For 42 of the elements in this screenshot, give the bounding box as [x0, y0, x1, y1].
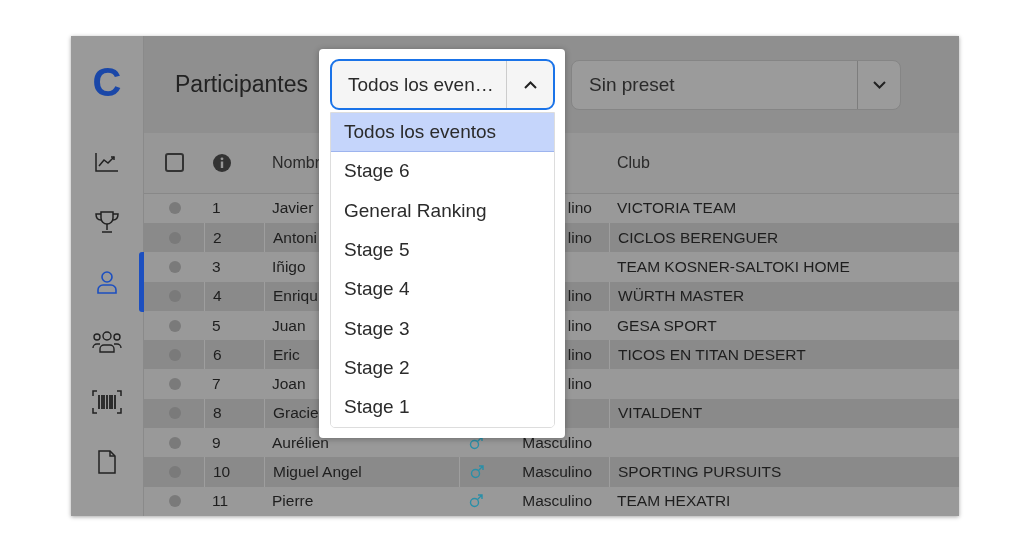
table-cell: lino: [567, 287, 592, 306]
table-cell: VITALDENT: [618, 404, 703, 423]
table-cell: Javier: [272, 199, 314, 218]
table-cell: lino: [567, 345, 592, 364]
table-cell: 5: [212, 316, 221, 335]
table-cell: Gracie: [273, 404, 319, 423]
table-cell: Masculino: [522, 433, 592, 452]
table-cell: SPORTING PURSUITS: [618, 463, 782, 482]
table-cell: WÜRTH MASTER: [618, 287, 745, 306]
table-cell: Iñigo: [272, 257, 306, 276]
table-cell: 9: [212, 433, 221, 452]
table-cell: Aurélien: [272, 433, 329, 452]
table-cell: 2: [213, 228, 222, 247]
table-cell: lino: [567, 316, 592, 335]
table-cell: Antoni: [273, 228, 317, 247]
table-cell: 1: [212, 199, 221, 218]
table-cell: TEAM HEXATRI: [617, 492, 731, 511]
logo: C: [92, 62, 122, 102]
table-cell: Enriqu: [273, 287, 318, 306]
page-title: Participantes: [175, 71, 308, 98]
table-cell: TICOS EN TITAN DESERT: [618, 345, 806, 364]
table-cell: 10: [213, 463, 231, 482]
table-cell: lino: [567, 375, 592, 394]
table-cell: lino: [567, 199, 592, 218]
table-cell: Masculino: [522, 463, 592, 482]
table-cell: Joan: [272, 375, 306, 394]
table-cell: Miguel Angel: [273, 463, 362, 482]
table-cell: Juan: [272, 316, 306, 335]
table-cell: VICTORIA TEAM: [617, 199, 737, 218]
table-cell: TEAM KOSNER-SALTOKI HOME: [617, 257, 850, 276]
table-cell: 6: [213, 345, 222, 364]
table-cell: 4: [213, 287, 222, 306]
table-cell: 11: [212, 492, 229, 511]
table-cell: Pierre: [272, 492, 314, 511]
table-cell: CICLOS BERENGUER: [618, 228, 779, 247]
table-cell: Masculino: [522, 492, 592, 511]
table-cell: 3: [212, 257, 221, 276]
table-cell: GESA SPORT: [617, 316, 717, 335]
table-cell: lino: [567, 228, 592, 247]
table-cell: Eric: [273, 345, 300, 364]
table-cell: 8: [213, 404, 222, 423]
table-cell: 7: [212, 375, 221, 394]
